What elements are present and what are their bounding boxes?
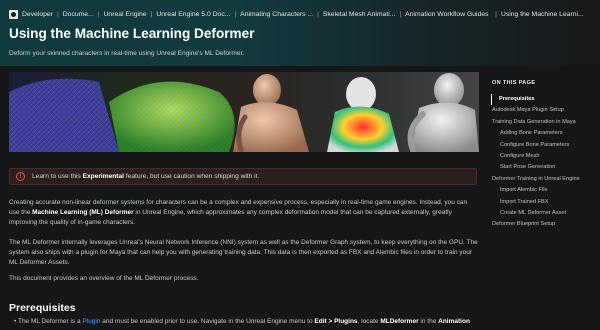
experimental-alert: ! Learn to use this Experimental feature… — [9, 168, 477, 185]
epic-logo-icon[interactable] — [9, 10, 18, 19]
nni-paragraph: The ML Deformer internally leverages Unr… — [9, 239, 478, 266]
breadcrumb-separator: | — [97, 11, 100, 18]
intro-paragraph: Creating accurate non-linear deformer sy… — [9, 199, 468, 226]
toc-item-start-pose-generation[interactable]: Start Pose Generation — [492, 162, 596, 173]
hero-illustration — [9, 72, 479, 152]
toc-item-training-data-generation[interactable]: Training Data Generation in Maya — [492, 117, 596, 128]
toc-item-configure-mesh[interactable]: Configure Mesh — [492, 151, 596, 162]
breadcrumb-separator: | — [56, 11, 59, 18]
hero-image — [9, 72, 479, 152]
breadcrumb-item[interactable]: Animating Characters ... — [240, 11, 313, 18]
breadcrumb-item[interactable]: Developer — [22, 11, 53, 18]
toc-item-prerequisites[interactable]: Prerequisites — [491, 94, 596, 106]
breadcrumb-item[interactable]: Skeletal Mesh Animati... — [323, 11, 396, 18]
toc-item-maya-plugin-setup[interactable]: Autodesk Maya Plugin Setup — [492, 105, 596, 116]
page-title: Using the Machine Learning Deformer — [9, 26, 255, 41]
toc-item-create-ml-deformer-asset[interactable]: Create ML Deformer Asset — [492, 208, 596, 219]
breadcrumb-separator: | — [317, 11, 319, 18]
breadcrumb: Developer | Docume... | Unreal Engine | Unr… — [9, 8, 584, 21]
toc-item-import-trained-fbx[interactable]: Import Trained FBX — [492, 197, 596, 208]
breadcrumb-item[interactable]: Unreal Engine — [104, 11, 147, 18]
page-subtitle: Deform your skinned characters in real-t… — [9, 50, 245, 57]
overview-paragraph: This document provides an overview of th… — [9, 275, 199, 282]
toc-item-deformer-training[interactable]: Deformer Training in Unreal Engine — [492, 174, 596, 185]
breadcrumb-separator: | — [234, 11, 237, 18]
toc-item-adding-bone-parameters[interactable]: Adding Bone Parameters — [492, 128, 596, 139]
toc-heading: ON THIS PAGE — [492, 80, 536, 86]
toc-item-import-alembic[interactable]: Import Alembic File — [492, 185, 596, 196]
prerequisite-item: • The ML Deformer is a Plugin and must b… — [14, 318, 470, 325]
toc-item-blueprint-setup[interactable]: Deformer Blueprint Setup — [492, 219, 596, 230]
breadcrumb-item-current: Using the Machine Learni... — [500, 11, 584, 18]
prerequisites-heading: Prerequisites — [9, 302, 76, 314]
page-header: Developer | Docume... | Unreal Engine | Unr… — [0, 0, 600, 66]
breadcrumb-item[interactable]: Animation Workflow Guides ... — [405, 11, 491, 18]
breadcrumb-separator: | — [399, 11, 402, 18]
breadcrumb-separator: | — [150, 11, 153, 18]
toc-item-configure-bone-parameters[interactable]: Configure Bone Parameters — [492, 140, 596, 151]
alert-text: Learn to use this Experimental feature, … — [32, 173, 260, 180]
breadcrumb-item[interactable]: Unreal Engine 5.0 Doc... — [156, 11, 230, 18]
alert-icon: ! — [16, 172, 25, 181]
breadcrumb-separator: | — [495, 11, 497, 18]
table-of-contents: ON THIS PAGE Prerequisites Autodesk Maya… — [491, 80, 596, 231]
breadcrumb-item[interactable]: Docume... — [63, 11, 94, 18]
plugin-link[interactable]: Plugin — [82, 318, 100, 325]
